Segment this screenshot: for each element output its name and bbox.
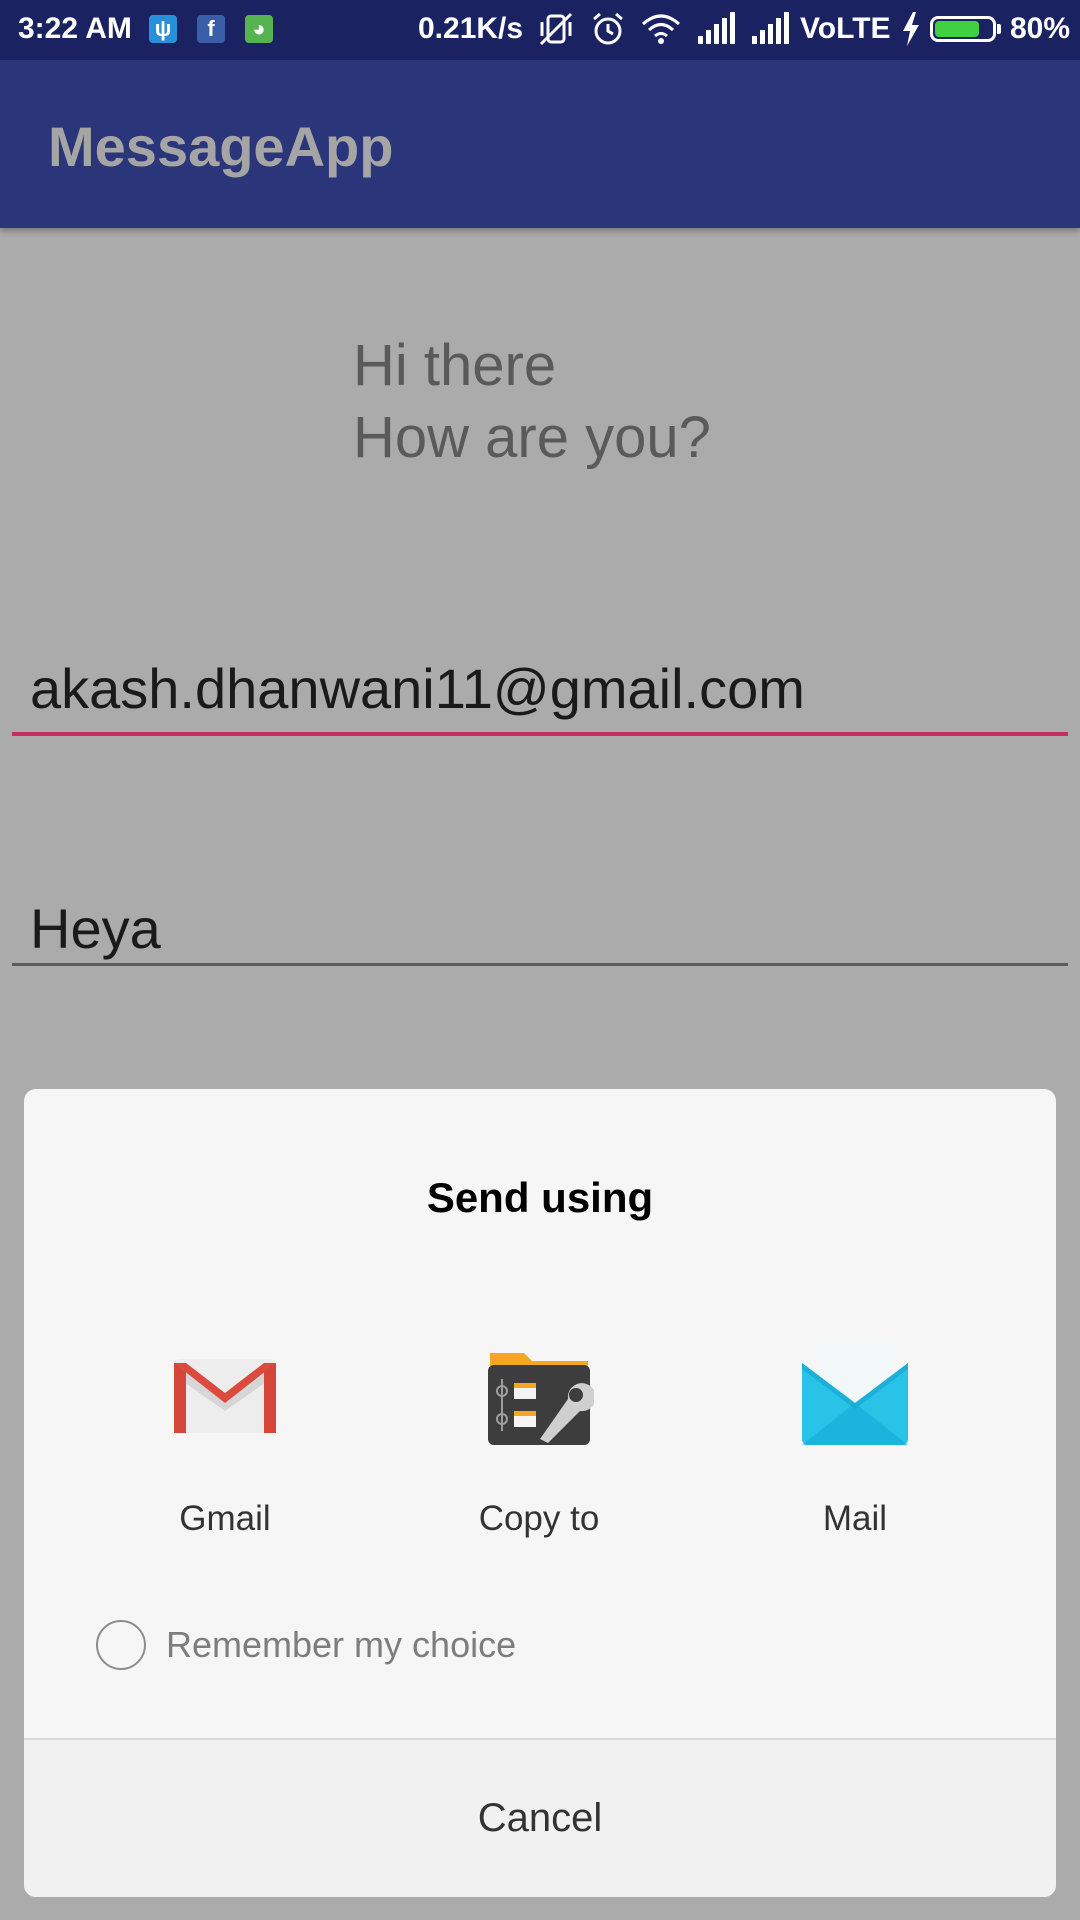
message-text: Hi there How are you? [353, 330, 711, 474]
battery-icon [930, 16, 996, 42]
charging-icon [903, 12, 919, 46]
subject-value: Heya [30, 897, 161, 960]
status-bar: 3:22 AM ψ f ◕ 0.21K/s VoLTE 80% [0, 0, 1080, 60]
gmail-icon [170, 1339, 280, 1449]
app-title: MessageApp [48, 115, 394, 178]
signal-icon [698, 12, 735, 44]
app-label-mail: Mail [822, 1499, 888, 1538]
battery-tip [997, 24, 1001, 34]
message-line-2: How are you? [353, 405, 711, 470]
app-option-gmail[interactable]: Gmail [115, 1339, 335, 1539]
mail-icon [800, 1339, 910, 1449]
subject-field[interactable]: Heya [12, 896, 1068, 966]
remember-choice-option[interactable]: Remember my choice [96, 1617, 516, 1673]
signal-icon [752, 12, 789, 44]
battery-level-fill [935, 21, 979, 37]
app-bar: MessageApp [0, 60, 1080, 228]
message-line-1: Hi there [353, 333, 557, 398]
file-manager-icon [484, 1339, 596, 1449]
remember-choice-radio[interactable] [96, 1620, 146, 1670]
battery-percent: 80% [1010, 12, 1071, 45]
app-option-mail[interactable]: Mail [745, 1339, 965, 1539]
network-speed: 0.21K/s [418, 12, 524, 45]
vibrate-off-icon [539, 12, 573, 46]
remember-choice-label: Remember my choice [166, 1624, 517, 1665]
wifi-icon [642, 14, 680, 44]
app-label-gmail: Gmail [179, 1499, 271, 1538]
app-option-copy-to[interactable]: Copy to [429, 1339, 649, 1539]
android-bot-icon: ◕ [245, 15, 273, 43]
alarm-icon [593, 12, 623, 45]
email-value: akash.dhanwani11@gmail.com [30, 657, 805, 720]
usb-icon: ψ [149, 15, 177, 43]
cancel-area: Cancel [24, 1740, 1056, 1897]
facebook-icon: f [197, 15, 225, 43]
send-using-dialog: Send using Gmail Copy to Mail Remember m… [24, 1089, 1056, 1897]
network-type: VoLTE [800, 12, 891, 45]
cancel-button[interactable]: Cancel [24, 1740, 1056, 1897]
dialog-title: Send using [426, 1174, 654, 1221]
email-field[interactable]: akash.dhanwani11@gmail.com [12, 656, 1068, 736]
status-time: 3:22 AM [18, 12, 132, 45]
app-label-copy-to: Copy to [478, 1499, 600, 1538]
